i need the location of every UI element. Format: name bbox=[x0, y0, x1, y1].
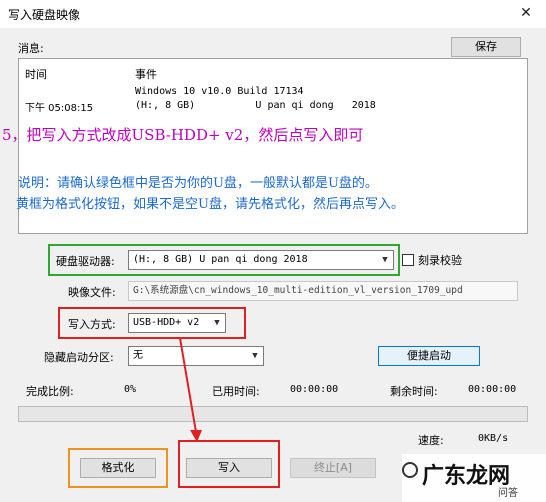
done-label: 完成比例: bbox=[26, 385, 74, 398]
abort-button[interactable]: 终止[A] bbox=[290, 458, 376, 478]
hidden-partition-label: 隐藏启动分区: bbox=[44, 351, 114, 364]
log-header-time: 时间 bbox=[25, 68, 47, 81]
elapsed-value: 00:00:00 bbox=[290, 384, 339, 395]
verify-checkbox[interactable] bbox=[402, 254, 414, 266]
done-value: 0% bbox=[124, 384, 137, 395]
quick-boot-button[interactable]: 便捷启动 bbox=[378, 346, 480, 366]
annotation-note-2: 黄框为格式化按钮，如果不是空U盘，请先格式化，然后再点写入。 bbox=[16, 197, 404, 212]
format-button[interactable]: 格式化 bbox=[80, 458, 156, 478]
remaining-value: 00:00:00 bbox=[468, 384, 517, 395]
chevron-down-icon: ▼ bbox=[382, 255, 388, 265]
hidden-partition-value: 无 bbox=[133, 350, 143, 361]
close-icon[interactable]: ✕ bbox=[514, 2, 538, 24]
messages-label: 消息: bbox=[18, 42, 44, 55]
watermark: 广东龙网 问答 bbox=[402, 454, 546, 502]
elapsed-label: 已用时间: bbox=[212, 385, 260, 398]
annotation-note-1: 说明：请确认绿色框中是否为你的U盘，一般默认都是U盘的。 bbox=[18, 176, 378, 191]
annotation-step: 5，把写入方式改成USB-HDD+ v2，然后点写入即可 bbox=[2, 126, 364, 144]
log-row-event: Windows 10 v10.0 Build 17134 bbox=[135, 86, 304, 97]
log-row-event: (H:, 8 GB) U pan qi dong 2018 bbox=[135, 100, 376, 111]
drive-value: (H:, 8 GB) U pan qi dong 2018 bbox=[133, 254, 308, 265]
drive-select[interactable]: (H:, 8 GB) U pan qi dong 2018 ▼ bbox=[128, 250, 394, 270]
drive-label: 硬盘驱动器: bbox=[56, 255, 115, 268]
verify-label: 刻录校验 bbox=[418, 254, 462, 267]
write-method-select[interactable]: USB-HDD+ v2 ▼ bbox=[128, 313, 226, 333]
remaining-label: 剩余时间: bbox=[390, 385, 438, 398]
save-button[interactable]: 保存 bbox=[451, 37, 521, 57]
watermark-logo-icon bbox=[402, 462, 418, 478]
write-button[interactable]: 写入 bbox=[186, 458, 272, 478]
watermark-sub: 问答 bbox=[498, 488, 518, 499]
image-file-label: 映像文件: bbox=[68, 286, 116, 299]
speed-label: 速度: bbox=[418, 434, 444, 447]
image-file-field[interactable]: G:\系统源盘\cn_windows_10_multi-edition_vl_v… bbox=[128, 281, 518, 301]
red-arrow bbox=[179, 337, 202, 442]
title-bar: 写入硬盘映像 ✕ bbox=[0, 0, 546, 28]
progress-bar bbox=[18, 406, 528, 422]
window-title: 写入硬盘映像 bbox=[8, 8, 81, 22]
write-method-label: 写入方式: bbox=[68, 318, 116, 331]
log-row-time: 下午 05:08:15 bbox=[25, 103, 94, 114]
log-header-event: 事件 bbox=[135, 68, 157, 81]
speed-value: 0KB/s bbox=[478, 433, 509, 444]
chevron-down-icon: ▼ bbox=[252, 351, 258, 361]
chevron-down-icon: ▼ bbox=[214, 318, 220, 328]
watermark-text: 广东龙网 bbox=[422, 463, 511, 489]
write-method-value: USB-HDD+ v2 bbox=[133, 317, 200, 328]
